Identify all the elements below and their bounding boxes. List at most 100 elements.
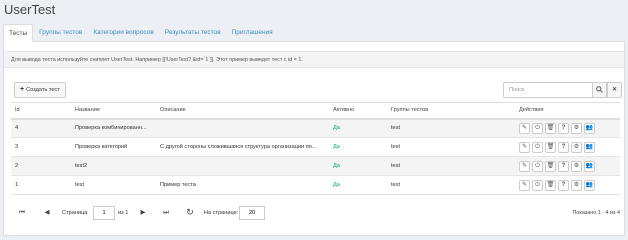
settings-button[interactable]: ⚙ xyxy=(571,141,582,153)
next-page-button[interactable]: ▶ xyxy=(136,206,150,220)
plus-icon: + xyxy=(20,86,25,93)
questions-button[interactable]: ? xyxy=(558,160,569,172)
cell-groups: test xyxy=(387,137,515,157)
delete-button[interactable]: 🗑 xyxy=(545,141,556,153)
row-actions: ✎ ⏻ 🗑? ⚙ 👥 xyxy=(519,141,616,153)
edit-button[interactable]: ✎ xyxy=(519,122,530,134)
trash-icon: 🗑 xyxy=(546,182,555,188)
delete-button[interactable]: 🗑 xyxy=(545,160,556,172)
last-page-button[interactable]: ⏭ xyxy=(159,206,173,220)
cell-actions: ✎ ⏻ 🗑? ⚙ 👥 xyxy=(515,175,620,195)
cell-description xyxy=(156,118,329,138)
invite-users-button[interactable]: 👥 xyxy=(584,122,595,134)
prev-page-button[interactable]: ◀ xyxy=(40,206,54,220)
settings-icon: ⚙ xyxy=(573,125,580,132)
questions-button[interactable]: ? xyxy=(558,122,569,134)
pagination-bar: ⏮ ◀ Страница из 1 ▶ ⏭ ↻ На странице: Пок… xyxy=(11,206,620,222)
page-count-label: из 1 xyxy=(118,210,129,216)
delete-button[interactable]: 🗑 xyxy=(545,179,556,191)
cell-id: 1 xyxy=(11,175,71,195)
edit-button[interactable]: ✎ xyxy=(519,179,530,191)
usage-hint: Для вывода теста используйте сниппет Use… xyxy=(4,51,624,68)
row-actions: ✎ ⏻ 🗑? ⚙ 👥 xyxy=(519,122,616,134)
toggle-active-button[interactable]: ⏻ xyxy=(532,179,543,191)
cell-active: Да xyxy=(329,118,387,138)
table-row[interactable]: 1 test Пример теста Да test ✎ ⏻ 🗑? ⚙ 👥 xyxy=(11,175,620,195)
settings-button[interactable]: ⚙ xyxy=(571,122,582,134)
page-title: UserTest xyxy=(4,2,56,17)
table-row[interactable]: 4 Проверка комбинированн... Да test ✎ ⏻ 🗑? ⚙ 👥 xyxy=(11,118,620,138)
toggle-active-button[interactable]: ⏻ xyxy=(532,141,543,153)
power-icon: ⏻ xyxy=(535,182,540,188)
invite-users-button[interactable]: 👥 xyxy=(584,160,595,172)
question-icon: ? xyxy=(561,182,566,188)
first-page-icon: ⏮ xyxy=(19,209,25,216)
prev-page-icon: ◀ xyxy=(44,209,50,216)
refresh-button[interactable]: ↻ xyxy=(183,206,197,220)
question-icon: ? xyxy=(561,125,566,132)
cell-groups: test xyxy=(387,118,515,138)
questions-button[interactable]: ? xyxy=(558,141,569,153)
table-row[interactable]: 3 Проверка категорий С другой стороны слож… xyxy=(11,137,620,157)
cell-groups: test xyxy=(387,156,515,176)
column-header-name[interactable]: Название xyxy=(71,102,156,120)
cell-id: 3 xyxy=(11,137,71,157)
trash-icon: 🗑 xyxy=(546,144,555,150)
settings-icon: ⚙ xyxy=(573,144,580,150)
column-header-description[interactable]: Описание xyxy=(156,102,329,120)
users-icon: 👥 xyxy=(585,144,594,150)
clear-search-button[interactable]: ✕ xyxy=(607,82,622,98)
last-page-icon: ⏭ xyxy=(163,209,169,216)
cell-id: 4 xyxy=(11,118,71,138)
column-header-active[interactable]: Активно xyxy=(329,102,387,120)
cell-active: Да xyxy=(329,175,387,195)
toggle-active-button[interactable]: ⏻ xyxy=(532,122,543,134)
power-icon: ⏻ xyxy=(535,125,540,132)
edit-icon: ✎ xyxy=(521,144,528,150)
tab-test-groups[interactable]: Группы тестов xyxy=(34,24,87,42)
settings-button[interactable]: ⚙ xyxy=(571,179,582,191)
tab-content: Для вывода теста используйте сниппет Use… xyxy=(3,42,625,236)
toggle-active-button[interactable]: ⏻ xyxy=(532,160,543,172)
cell-description: Пример теста xyxy=(156,175,329,195)
edit-button[interactable]: ✎ xyxy=(519,160,530,172)
search-button[interactable] xyxy=(592,82,607,98)
cell-actions: ✎ ⏻ 🗑? ⚙ 👥 xyxy=(515,156,620,176)
settings-button[interactable]: ⚙ xyxy=(571,160,582,172)
tab-invitations[interactable]: Приглашения xyxy=(227,24,278,42)
search-input[interactable] xyxy=(503,82,593,98)
per-page-input[interactable] xyxy=(239,206,265,220)
cell-actions: ✎ ⏻ 🗑? ⚙ 👥 xyxy=(515,137,620,157)
question-icon: ? xyxy=(561,163,566,169)
settings-icon: ⚙ xyxy=(573,182,580,188)
invite-users-button[interactable]: 👥 xyxy=(584,141,595,153)
page-number-input[interactable] xyxy=(93,206,115,220)
refresh-icon: ↻ xyxy=(186,207,194,217)
tab-tests[interactable]: Тесты xyxy=(3,24,34,42)
table-row[interactable]: 2 test2 Да test ✎ ⏻ 🗑? ⚙ 👥 xyxy=(11,156,620,176)
delete-button[interactable]: 🗑 xyxy=(545,122,556,134)
cell-description: С другой стороны сложившаяся структура о… xyxy=(156,137,329,157)
power-icon: ⏻ xyxy=(535,163,540,169)
cell-name: Проверка комбинированн... xyxy=(71,118,156,138)
invite-users-button[interactable]: 👥 xyxy=(584,179,595,191)
question-icon: ? xyxy=(561,144,566,150)
questions-button[interactable]: ? xyxy=(558,179,569,191)
edit-icon: ✎ xyxy=(521,182,528,188)
next-page-icon: ▶ xyxy=(140,209,146,216)
cell-description xyxy=(156,156,329,176)
cell-id: 2 xyxy=(11,156,71,176)
edit-icon: ✎ xyxy=(521,125,528,132)
tab-bar: Тесты Группы тестов Категории вопросов Р… xyxy=(3,24,625,42)
tab-test-results[interactable]: Результаты тестов xyxy=(160,24,226,42)
table-header-row: Id Название Описание Активно Группы тест… xyxy=(11,102,620,120)
search-icon xyxy=(596,86,603,93)
column-header-id[interactable]: Id xyxy=(11,102,71,120)
first-page-button[interactable]: ⏮ xyxy=(15,206,29,220)
tests-table: Id Название Описание Активно Группы тест… xyxy=(11,102,620,195)
column-header-groups[interactable]: Группы тестов xyxy=(387,102,515,120)
users-icon: 👥 xyxy=(585,125,594,132)
tab-question-categories[interactable]: Категории вопросов xyxy=(88,24,158,42)
edit-button[interactable]: ✎ xyxy=(519,141,530,153)
create-test-button[interactable]: + Создать тест xyxy=(14,82,66,98)
